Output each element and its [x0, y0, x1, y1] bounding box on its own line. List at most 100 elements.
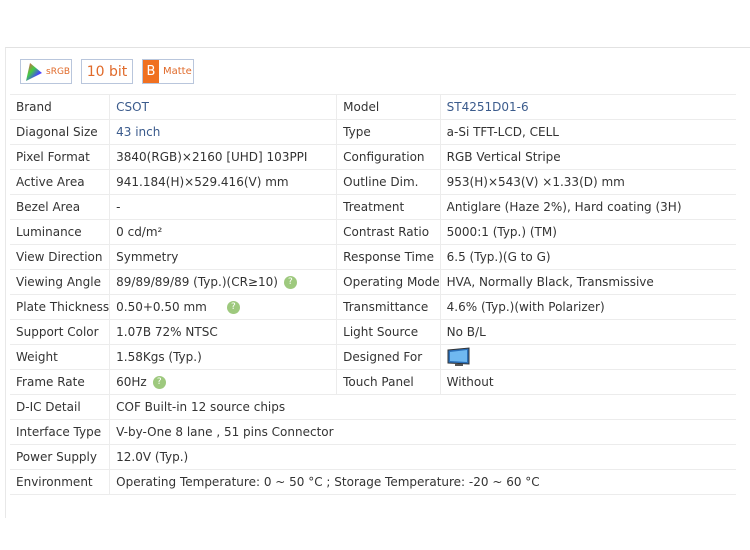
spec-value-text: 953(H)×543(V) ×1.33(D) mm	[446, 175, 625, 189]
spec-value-text: 12.0V (Typ.)	[116, 450, 189, 464]
spec-row: Support Color 1.07B 72% NTSC Light Source N…	[10, 319, 736, 345]
spec-label: Designed For	[336, 344, 441, 370]
spec-label-text: Contrast Ratio	[343, 225, 430, 239]
spec-label: Type	[336, 119, 441, 145]
spec-value-text[interactable]: CSOT	[116, 100, 149, 114]
spec-label: Weight	[10, 344, 110, 370]
spec-label-text: Operating Mode	[343, 275, 440, 289]
spec-row: Diagonal Size 43 inch Type a-Si TFT-LCD, CE…	[10, 119, 736, 145]
spec-value: 0.50+0.50 mm?	[109, 294, 337, 320]
feature-badges: sRGB 10 bit B Matte	[20, 59, 194, 84]
spec-label-text: Interface Type	[16, 425, 102, 439]
spec-row: Interface Type V-by-One 8 lane , 51 pins …	[10, 419, 736, 445]
matte-label: Matte	[163, 66, 192, 77]
spec-row: Bezel Area - Treatment Antiglare (Haze 2%),…	[10, 194, 736, 220]
spec-value[interactable]: ST4251D01-6	[439, 94, 736, 120]
monitor-icon	[447, 347, 470, 366]
spec-label-text: D-IC Detail	[16, 400, 81, 414]
spec-label-text: Brand	[16, 100, 52, 114]
spec-value: -	[109, 194, 337, 220]
help-icon[interactable]: ?	[152, 376, 166, 389]
help-icon[interactable]: ?	[226, 301, 240, 314]
spec-value-text: No B/L	[446, 325, 486, 339]
spec-label: Contrast Ratio	[336, 219, 441, 245]
spec-value-text: a-Si TFT-LCD, CELL	[446, 125, 559, 139]
spec-label: Response Time	[336, 244, 441, 270]
spec-row: Frame Rate 60Hz? Touch Panel Without	[10, 369, 736, 395]
spec-label: Model	[336, 94, 441, 120]
spec-value: 941.184(H)×529.416(V) mm	[109, 169, 337, 195]
spec-label: View Direction	[10, 244, 110, 270]
spec-label: Outline Dim.	[336, 169, 441, 195]
spec-value: a-Si TFT-LCD, CELL	[439, 119, 736, 145]
spec-label-text: Bezel Area	[16, 200, 81, 214]
spec-value-text: Antiglare (Haze 2%), Hard coating (3H)	[446, 200, 682, 214]
spec-value[interactable]: 43 inch	[109, 119, 337, 145]
spec-row: Active Area 941.184(H)×529.416(V) mm Outli…	[10, 169, 736, 195]
help-icon[interactable]: ?	[283, 276, 297, 289]
spec-label: Operating Mode	[336, 269, 441, 295]
spec-value: Operating Temperature: 0 ~ 50 °C ; Stora…	[109, 469, 736, 495]
spec-value[interactable]: CSOT	[109, 94, 337, 120]
matte-badge: B Matte	[142, 59, 194, 84]
spec-value: No B/L	[439, 319, 736, 345]
spec-label: Viewing Angle	[10, 269, 110, 295]
spec-value-text: 4.6% (Typ.)(with Polarizer)	[446, 300, 605, 314]
spec-value-text: 1.58Kgs (Typ.)	[116, 350, 202, 364]
spec-row: Brand CSOT Model ST4251D01-6	[10, 94, 736, 120]
spec-label-text: Model	[343, 100, 380, 114]
spec-label-text: Configuration	[343, 150, 425, 164]
spec-value-text: 6.5 (Typ.)(G to G)	[446, 250, 551, 264]
spec-value: HVA, Normally Black, Transmissive	[439, 269, 736, 295]
spec-value-text: -	[116, 200, 121, 214]
spec-value: 12.0V (Typ.)	[109, 444, 736, 470]
spec-value-text: 5000:1 (Typ.) (TM)	[446, 225, 557, 239]
spec-label-text: Support Color	[16, 325, 99, 339]
spec-row: Power Supply 12.0V (Typ.)	[10, 444, 736, 470]
spec-row: Weight 1.58Kgs (Typ.) Designed For	[10, 344, 736, 370]
spec-value-text: Operating Temperature: 0 ~ 50 °C ; Stora…	[116, 475, 540, 489]
spec-value: V-by-One 8 lane , 51 pins Connector	[109, 419, 736, 445]
spec-value-text: 3840(RGB)×2160 [UHD] 103PPI	[116, 150, 308, 164]
spec-value: 4.6% (Typ.)(with Polarizer)	[439, 294, 736, 320]
spec-label-text: Viewing Angle	[16, 275, 101, 289]
spec-value-text[interactable]: ST4251D01-6	[447, 100, 529, 114]
spec-label-text: Weight	[16, 350, 58, 364]
spec-value: Antiglare (Haze 2%), Hard coating (3H)	[439, 194, 736, 220]
spec-value: Without	[439, 369, 736, 395]
spec-value: 60Hz?	[109, 369, 337, 395]
spec-label: Brand	[10, 94, 110, 120]
spec-row: Viewing Angle 89/89/89/89 (Typ.)(CR≥10)? O…	[10, 269, 736, 295]
matte-icon: B	[143, 60, 159, 83]
spec-label: Light Source	[336, 319, 441, 345]
spec-label: Support Color	[10, 319, 110, 345]
spec-label-text: Type	[343, 125, 371, 139]
spec-label-text: Designed For	[343, 350, 423, 364]
spec-value: COF Built-in 12 source chips	[109, 394, 736, 420]
spec-value-text: RGB Vertical Stripe	[446, 150, 561, 164]
spec-value	[439, 344, 736, 370]
spec-label: Bezel Area	[10, 194, 110, 220]
spec-label: Transmittance	[336, 294, 441, 320]
spec-label: Plate Thickness	[10, 294, 110, 320]
spec-label-text: Treatment	[343, 200, 405, 214]
spec-row: View Direction Symmetry Response Time 6.5 (…	[10, 244, 736, 270]
spec-label-text: Outline Dim.	[343, 175, 419, 189]
spec-label: Diagonal Size	[10, 119, 110, 145]
spec-value: 1.07B 72% NTSC	[109, 319, 337, 345]
spec-label: Treatment	[336, 194, 441, 220]
bit-depth-badge: 10 bit	[81, 59, 133, 84]
spec-value-text[interactable]: 43 inch	[116, 125, 160, 139]
spec-value-text: 89/89/89/89 (Typ.)(CR≥10)	[116, 275, 278, 289]
spec-value: 6.5 (Typ.)(G to G)	[439, 244, 736, 270]
spec-value-text: 1.07B 72% NTSC	[116, 325, 218, 339]
spec-value: 3840(RGB)×2160 [UHD] 103PPI	[109, 144, 337, 170]
spec-value-text: 0 cd/m²	[116, 225, 163, 239]
spec-label-text: Plate Thickness	[16, 300, 110, 314]
spec-label: Active Area	[10, 169, 110, 195]
spec-label: Luminance	[10, 219, 110, 245]
srgb-label: sRGB	[46, 66, 71, 77]
spec-label: D-IC Detail	[10, 394, 110, 420]
spec-label-text: Frame Rate	[16, 375, 85, 389]
srgb-badge: sRGB	[20, 59, 72, 84]
